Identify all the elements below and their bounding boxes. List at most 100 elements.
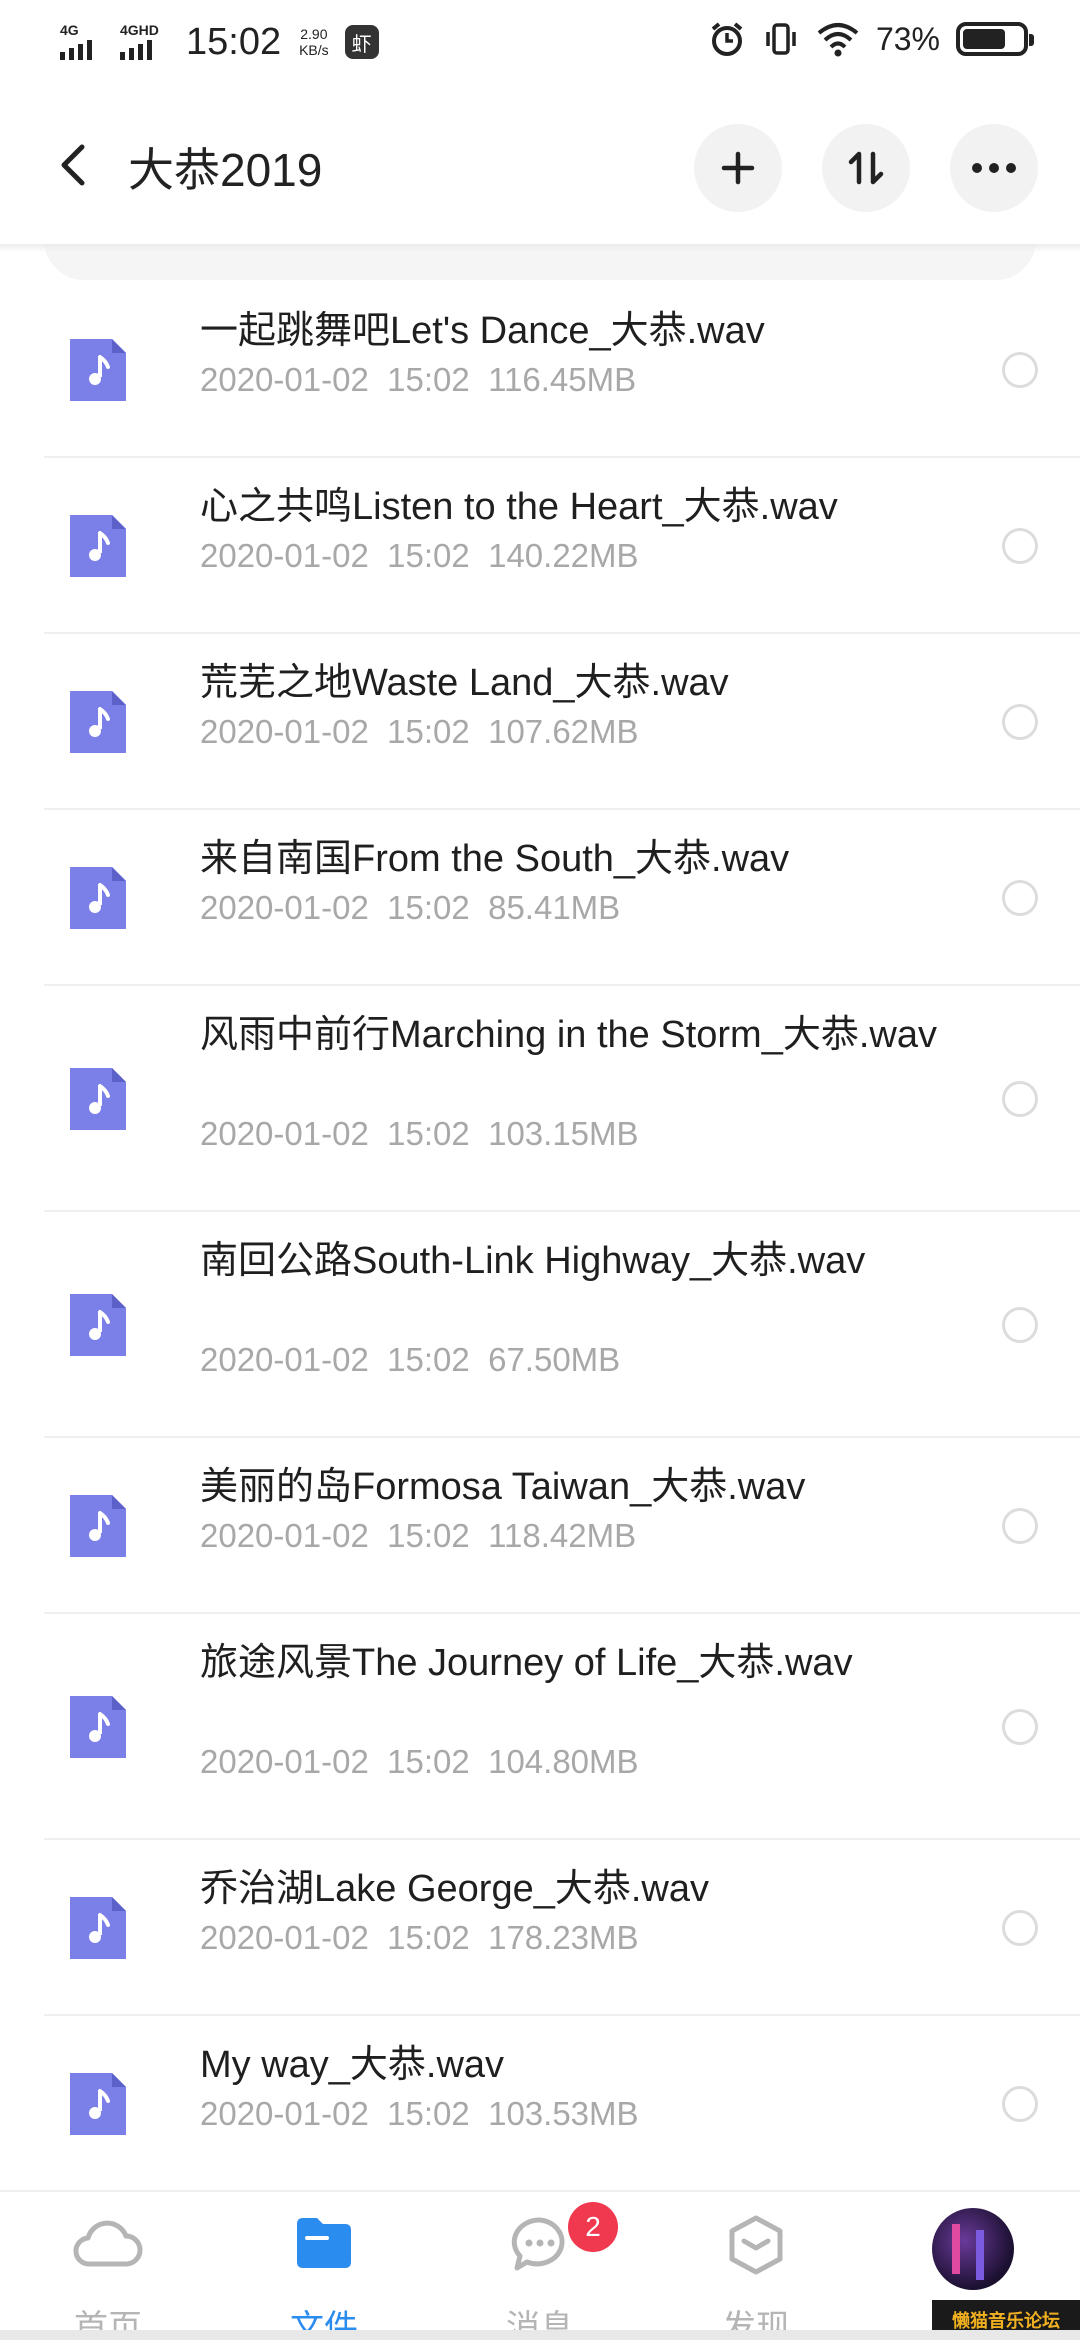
select-radio[interactable] — [1002, 352, 1038, 388]
more-button[interactable] — [950, 124, 1038, 212]
file-size: 67.50MB — [488, 1341, 621, 1378]
signal-icon: 4G — [58, 22, 108, 62]
select-radio[interactable] — [1002, 1081, 1038, 1117]
top-app-bar: 大恭2019 — [0, 84, 1080, 244]
file-size: 140.22MB — [488, 537, 639, 574]
nav-files[interactable]: 文件 — [244, 2214, 404, 2340]
file-time: 15:02 — [387, 537, 470, 574]
select-radio[interactable] — [1002, 1508, 1038, 1544]
alarm-icon — [711, 22, 743, 56]
network-speed: 2.90 KB/s — [299, 26, 329, 58]
more-dots-icon — [972, 163, 1016, 173]
file-row[interactable]: 荒芜之地Waste Land_大恭.wav 2020-01-02 15:02 10… — [44, 634, 1080, 810]
file-size: 116.45MB — [488, 361, 637, 398]
nav-home[interactable]: 首页 — [28, 2214, 188, 2340]
chevron-left-icon — [61, 144, 85, 186]
file-meta: 2020-01-02 15:02 103.53MB — [200, 2094, 639, 2134]
wifi-icon — [817, 23, 859, 57]
file-date: 2020-01-02 — [200, 1341, 369, 1378]
select-radio[interactable] — [1002, 2086, 1038, 2122]
bottom-nav: 首页 文件 消息 发现 — [0, 2190, 1080, 2340]
file-time: 15:02 — [387, 1115, 470, 1152]
file-meta: 2020-01-02 15:02 116.45MB — [200, 360, 636, 400]
file-date: 2020-01-02 — [200, 1517, 369, 1554]
file-size: 103.53MB — [488, 2095, 639, 2132]
file-meta: 2020-01-02 15:02 118.42MB — [200, 1516, 636, 1556]
file-name: My way_大恭.wav — [200, 2044, 505, 2086]
file-date: 2020-01-02 — [200, 713, 369, 750]
select-radio[interactable] — [1002, 528, 1038, 564]
file-size: 178.23MB — [488, 1919, 639, 1956]
file-row[interactable]: 心之共鸣Listen to the Heart_大恭.wav 2020-01-02… — [44, 458, 1080, 634]
sort-button[interactable] — [822, 124, 910, 212]
select-radio[interactable] — [1002, 1709, 1038, 1745]
app-notification-icon: 虾 — [344, 25, 379, 59]
select-radio[interactable] — [1002, 1307, 1038, 1343]
file-time: 15:02 — [387, 1341, 470, 1378]
file-size: 118.42MB — [488, 1517, 637, 1554]
select-radio[interactable] — [1002, 704, 1038, 740]
add-button[interactable] — [694, 124, 782, 212]
header-divider — [0, 244, 1080, 252]
avatar[interactable] — [932, 2208, 1014, 2290]
file-time: 15:02 — [387, 1919, 470, 1956]
cube-icon — [729, 2215, 783, 2275]
file-row[interactable]: 旅途风景The Journey of Life_大恭.wav 2020-01-02… — [44, 1614, 1080, 1840]
file-date: 2020-01-02 — [200, 889, 369, 926]
page-title: 大恭2019 — [128, 144, 323, 196]
file-date: 2020-01-02 — [200, 537, 369, 574]
file-date: 2020-01-02 — [200, 2095, 369, 2132]
select-radio[interactable] — [1002, 880, 1038, 916]
clock: 15:02 — [186, 20, 282, 63]
audio-file-icon — [70, 691, 126, 753]
file-name: 南回公路South-Link Highway_大恭.wav — [200, 1240, 866, 1282]
file-name: 来自南国From the South_大恭.wav — [200, 838, 790, 880]
network-speed-unit: KB/s — [299, 42, 329, 58]
vibrate-icon — [766, 23, 796, 55]
file-time: 15:02 — [387, 2095, 470, 2132]
file-meta: 2020-01-02 15:02 140.22MB — [200, 536, 639, 576]
chat-bubble-icon — [511, 2217, 565, 2271]
nav-discover[interactable]: 发现 — [676, 2214, 836, 2340]
file-name: 风雨中前行Marching in the Storm_大恭.wav — [200, 1014, 937, 1056]
folder-icon — [297, 2218, 351, 2268]
file-size: 107.62MB — [488, 713, 639, 750]
file-meta: 2020-01-02 15:02 103.15MB — [200, 1114, 639, 1154]
file-row[interactable]: 南回公路South-Link Highway_大恭.wav 2020-01-02 … — [44, 1212, 1080, 1438]
audio-file-icon — [70, 1696, 126, 1758]
file-meta: 2020-01-02 15:02 67.50MB — [200, 1340, 620, 1380]
file-row[interactable]: 一起跳舞吧Let's Dance_大恭.wav 2020-01-02 15:02 … — [44, 282, 1080, 458]
file-time: 15:02 — [387, 713, 470, 750]
file-date: 2020-01-02 — [200, 1919, 369, 1956]
file-meta: 2020-01-02 15:02 85.41MB — [200, 888, 620, 928]
select-radio[interactable] — [1002, 1910, 1038, 1946]
file-time: 15:02 — [387, 889, 470, 926]
audio-file-icon — [70, 867, 126, 929]
file-size: 85.41MB — [488, 889, 621, 926]
status-bar: 4G 4GHD 15:02 2.90 KB/s 虾 73% — [0, 0, 1080, 84]
audio-file-icon — [70, 1294, 126, 1356]
cloud-icon — [73, 2220, 143, 2267]
audio-file-icon — [70, 1495, 126, 1557]
network-label: 4G — [60, 22, 79, 38]
file-row[interactable]: 美丽的岛Formosa Taiwan_大恭.wav 2020-01-02 15:0… — [44, 1438, 1080, 1614]
gesture-bar — [0, 2330, 1080, 2340]
file-name: 荒芜之地Waste Land_大恭.wav — [200, 662, 729, 704]
signal-icon-2: 4GHD — [118, 22, 168, 62]
sort-arrows-icon — [848, 151, 884, 185]
file-date: 2020-01-02 — [200, 361, 369, 398]
file-time: 15:02 — [387, 1743, 470, 1780]
file-meta: 2020-01-02 15:02 107.62MB — [200, 712, 639, 752]
audio-file-icon — [70, 1068, 126, 1130]
back-button[interactable] — [48, 140, 98, 190]
file-row[interactable]: 风雨中前行Marching in the Storm_大恭.wav 2020-01… — [44, 986, 1080, 1212]
file-row[interactable]: 来自南国From the South_大恭.wav 2020-01-02 15:0… — [44, 810, 1080, 986]
file-meta: 2020-01-02 15:02 104.80MB — [200, 1742, 639, 1782]
file-row[interactable]: My way_大恭.wav 2020-01-02 15:02 103.53MB — [44, 2016, 1080, 2192]
network-speed-value: 2.90 — [300, 26, 328, 42]
file-date: 2020-01-02 — [200, 1115, 369, 1152]
network-label-2: 4GHD — [120, 22, 159, 38]
audio-file-icon — [70, 1897, 126, 1959]
battery-percent: 73% — [875, 20, 940, 57]
file-row[interactable]: 乔治湖Lake George_大恭.wav 2020-01-02 15:02 17… — [44, 1840, 1080, 2016]
